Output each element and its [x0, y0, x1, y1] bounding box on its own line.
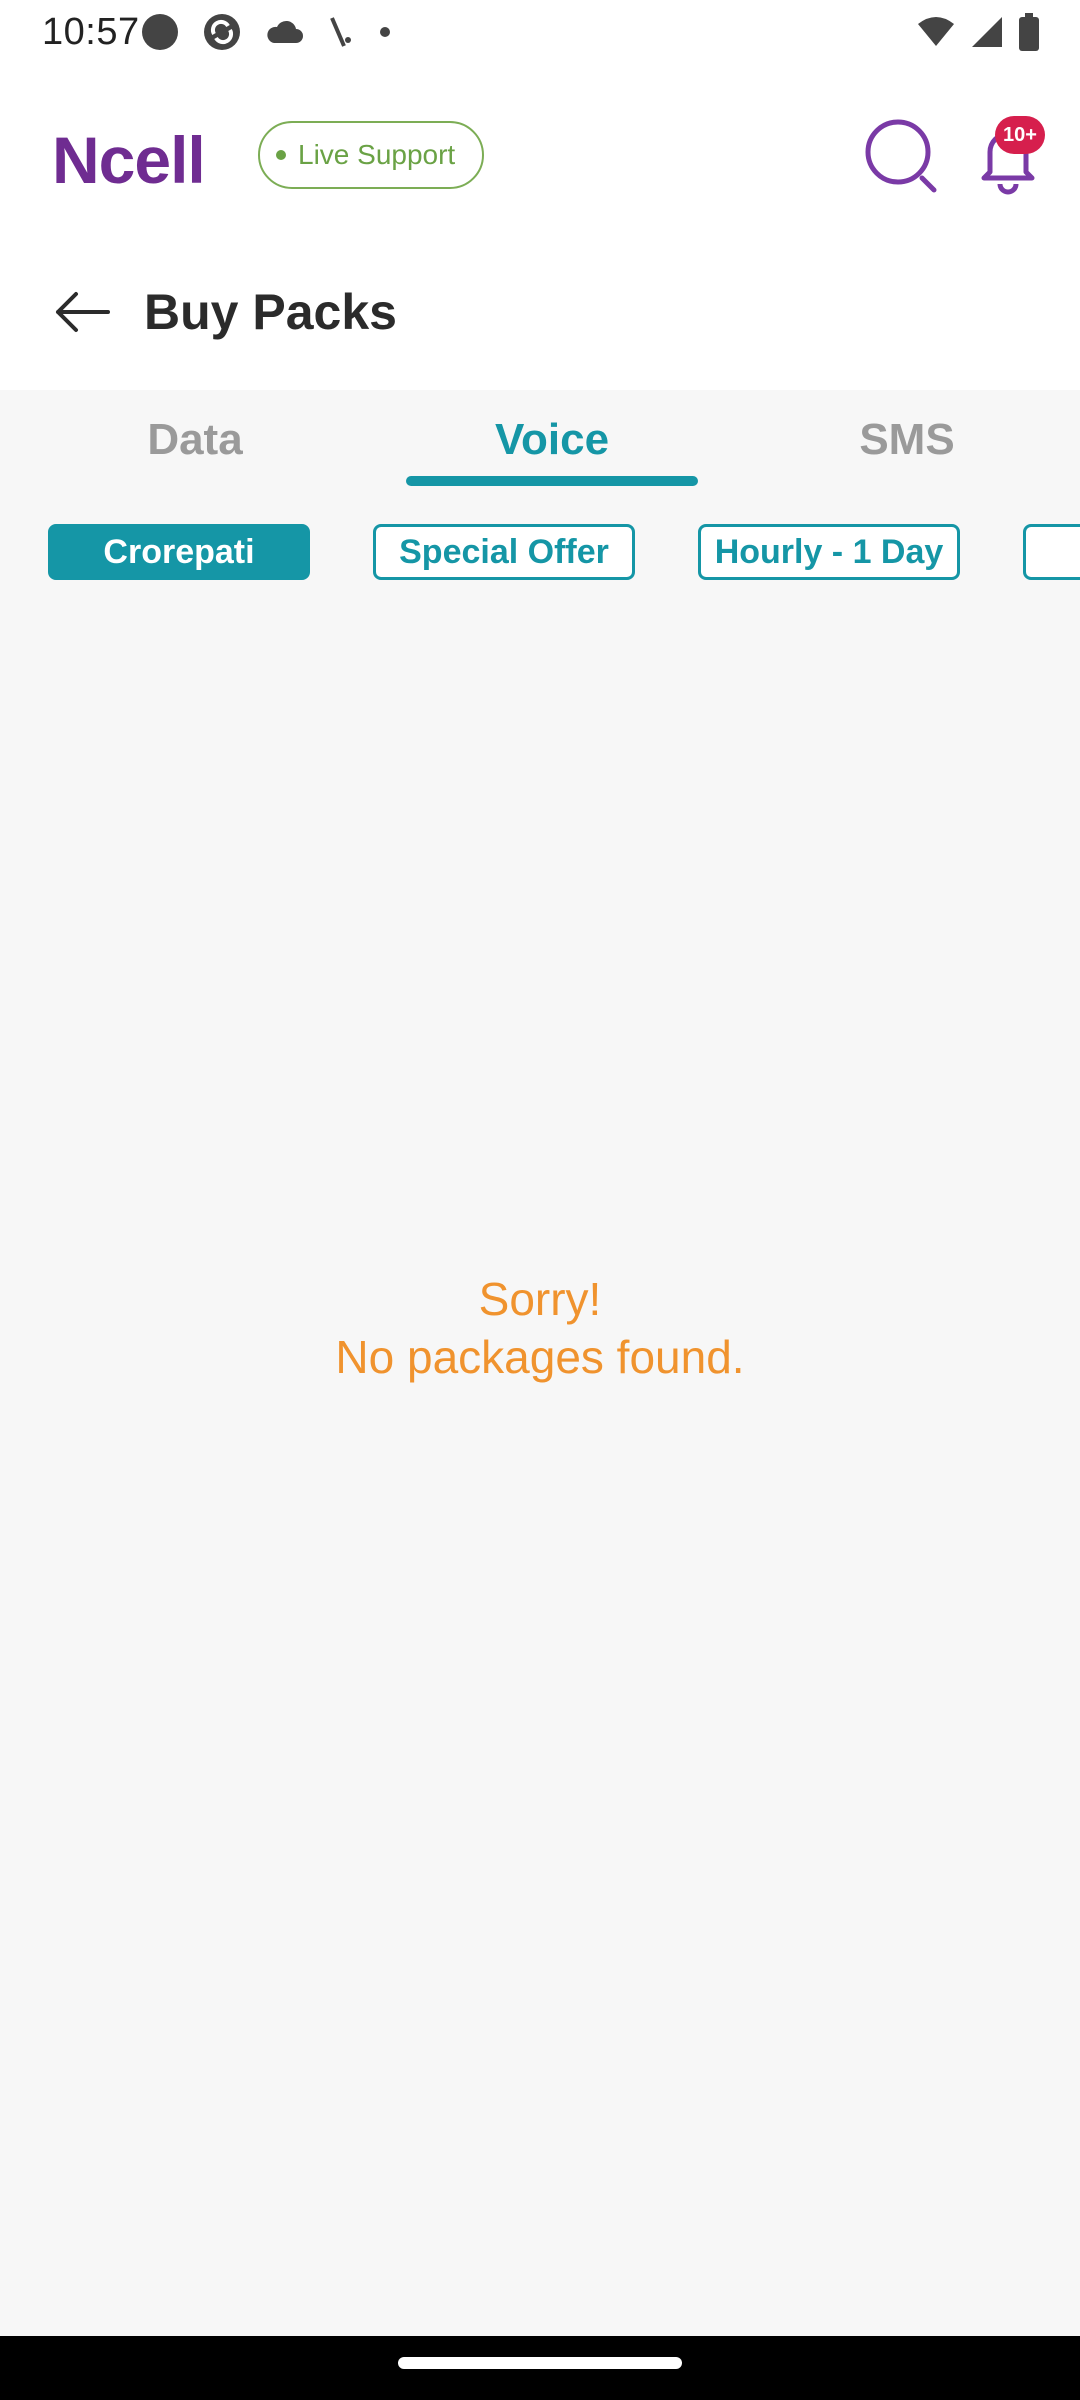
empty-state-subtitle: No packages found. — [335, 1331, 745, 1383]
dot-icon — [378, 25, 392, 39]
status-time: 10:57 — [42, 11, 140, 53]
active-tab-indicator — [406, 476, 698, 486]
empty-state-title: Sorry! — [478, 1273, 602, 1325]
tab-sms[interactable]: SMS — [766, 390, 1048, 490]
home-gesture-handle[interactable] — [398, 2357, 682, 2369]
back-button[interactable] — [52, 287, 114, 337]
brand-logo: Ncell — [52, 123, 206, 197]
page-title: Buy Packs — [144, 284, 397, 340]
chip-hourly-1-day[interactable]: Hourly - 1 Day — [698, 524, 960, 580]
pack-filter-chips: Crorepati Special Offer Hourly - 1 Day — [0, 524, 1080, 582]
app-header: Ncell Live Support 10+ Buy Packs — [0, 64, 1080, 390]
tab-voice[interactable]: Voice — [406, 390, 698, 490]
live-support-button[interactable]: Live Support — [258, 121, 484, 189]
tab-data[interactable]: Data — [54, 390, 336, 490]
search-icon — [865, 119, 937, 193]
live-support-label: Live Support — [298, 139, 456, 170]
sync-icon — [202, 12, 242, 52]
signal-slash-icon — [326, 14, 356, 50]
status-icons-right — [902, 10, 1040, 54]
category-tabs: Data Voice SMS — [0, 390, 1080, 490]
arrow-left-icon — [56, 292, 110, 332]
cloud-icon — [264, 17, 304, 47]
status-icons-left — [140, 10, 414, 54]
battery-icon — [1018, 13, 1040, 51]
wifi-icon — [916, 16, 956, 48]
chip-more[interactable] — [1023, 524, 1080, 580]
status-bar: 10:57 — [0, 0, 1080, 64]
chip-special-offer[interactable]: Special Offer — [373, 524, 635, 580]
notification-badge: 10+ — [995, 116, 1045, 154]
cell-signal-icon — [970, 15, 1004, 49]
search-button[interactable] — [862, 116, 942, 196]
live-status-dot — [276, 150, 286, 160]
empty-state-message: Sorry! No packages found. — [0, 1270, 1080, 1386]
chip-crorepati[interactable]: Crorepati — [48, 524, 310, 580]
record-icon — [140, 12, 180, 52]
